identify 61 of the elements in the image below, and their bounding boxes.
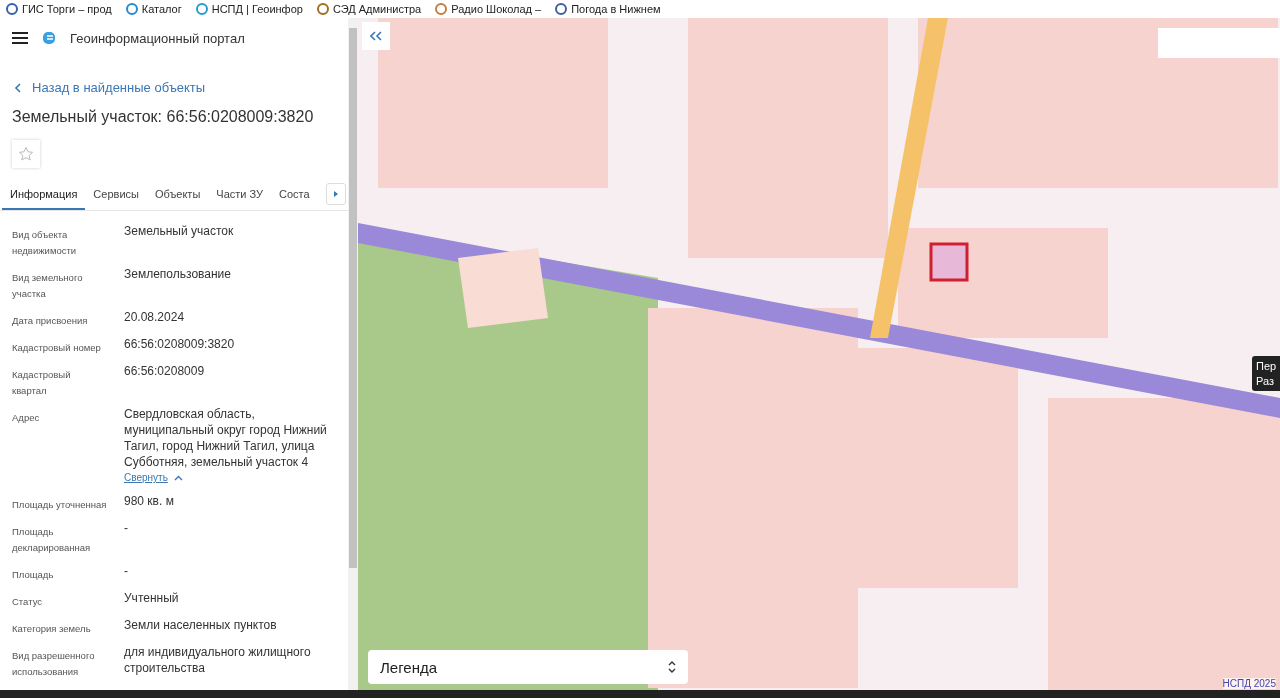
bookmark-icon	[6, 3, 18, 15]
bookmark-icon	[555, 3, 568, 15]
tab[interactable]: Сервисы	[85, 180, 147, 210]
star-icon	[18, 146, 34, 162]
double-chevron-icon	[370, 31, 382, 41]
bookmark-link[interactable]: НСПД | Геоинфор	[195, 3, 303, 15]
field-value: для индивидуального жилищного строительства	[124, 644, 312, 676]
field-label: Кадастровый номер	[12, 341, 102, 355]
bookmark-icon	[435, 3, 448, 15]
map-attribution: НСПД 2025	[1222, 678, 1276, 689]
back-link[interactable]: Назад в найденные объекты	[0, 58, 348, 95]
tooltip: Пер Раз	[1252, 356, 1280, 391]
field-label: Кадастровый квартал	[12, 368, 72, 398]
chevron-up-icon	[173, 475, 183, 481]
field-value: 66:56:0208009:3820	[124, 336, 236, 352]
field-label: Адрес	[12, 411, 41, 425]
bookmark-link[interactable]: СЭД Администра	[316, 3, 422, 15]
search-field[interactable]	[1158, 28, 1280, 58]
bookmark-link[interactable]: Радио Шоколад –	[435, 3, 542, 15]
object-title: Земельный участок: 66:56:0208009:3820	[11, 107, 315, 126]
field-value: Земельный участок	[124, 223, 235, 239]
bookmark-link[interactable]: ГИС Торги – прод	[6, 3, 112, 15]
up-down-icon	[668, 661, 676, 673]
field-value: -	[124, 520, 129, 536]
field-label: Вид разрешенного использования	[12, 649, 96, 679]
back-chevron-icon	[14, 82, 22, 93]
bookmark-link[interactable]: Каталог	[125, 3, 182, 15]
logo-icon	[42, 31, 56, 45]
field-label: Категория земель	[12, 622, 92, 636]
field-label: Площадь	[12, 568, 55, 582]
app-title: Геоинформационный портал	[70, 30, 245, 46]
triangle-icon	[333, 190, 339, 198]
legend-dropdown[interactable]: Легенда	[368, 650, 688, 684]
collapse-panel-button[interactable]	[362, 22, 390, 50]
field-label: Статус	[12, 595, 44, 609]
field-value: 20.08.2024	[124, 309, 186, 325]
bookmark-icon	[195, 3, 208, 15]
bookmark-link[interactable]: Погода в Нижнем	[555, 3, 661, 15]
bookmark-icon	[316, 3, 329, 15]
field-value: 66:56:0208009	[124, 363, 206, 379]
field-label: Площадь декларированная	[12, 525, 92, 555]
field-label: Дата присвоения	[12, 314, 89, 328]
collapse-link[interactable]: Свернуть	[124, 470, 336, 486]
tab[interactable]: Информация	[2, 180, 86, 210]
field-value: Учтенный	[124, 590, 180, 606]
field-value: -	[124, 563, 129, 579]
field-value: Землепользование	[124, 266, 232, 282]
tab[interactable]: Объекты	[146, 180, 209, 210]
field-value: 980 кв. м	[124, 493, 175, 509]
tab[interactable]: Части ЗУ	[208, 180, 271, 210]
bookmark-icon	[125, 3, 138, 15]
field-label: Площадь уточненная	[12, 498, 107, 512]
menu-icon[interactable]	[12, 32, 28, 44]
tab[interactable]: Соста	[271, 180, 318, 210]
field-value: Земли населенных пунктов	[124, 617, 278, 633]
next-tab-button[interactable]	[326, 183, 346, 205]
favorite-button[interactable]	[12, 140, 40, 168]
field-label: Вид земельного участка	[12, 271, 84, 301]
field-value: Свердловская область, муниципальный округ город Нижний Тагил, город Нижний Тагил, улица Субботняя, земельный участок 4	[124, 406, 328, 470]
scrollbar-thumb[interactable]	[349, 28, 357, 568]
field-label: Вид объекта недвижимости	[12, 228, 78, 258]
